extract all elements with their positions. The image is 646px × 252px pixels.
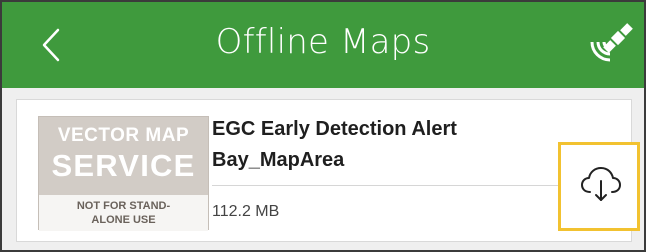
thumbnail-caption: NOT FOR STAND- ALONE USE bbox=[39, 195, 208, 231]
cloud-download-icon bbox=[581, 167, 621, 201]
map-area-name: EGC Early Detection Alert Bay_MapArea bbox=[212, 114, 542, 176]
thumbnail-line-2: SERVICE bbox=[51, 148, 196, 183]
map-area-name-line-1: EGC Early Detection Alert bbox=[212, 118, 457, 140]
map-area-name-line-2: Bay_MapArea bbox=[212, 149, 345, 171]
thumbnail-line-1: VECTOR MAP bbox=[57, 125, 190, 146]
download-button[interactable] bbox=[558, 142, 640, 231]
header-bar: Offline Maps bbox=[2, 2, 644, 88]
page-title: Offline Maps bbox=[215, 22, 431, 62]
divider bbox=[212, 185, 574, 186]
app-frame: Offline Maps VECTOR MAP SERVICE NOT FOR … bbox=[0, 0, 646, 252]
gps-button[interactable] bbox=[584, 20, 636, 72]
thumbnail-line-3b: ALONE USE bbox=[91, 214, 156, 226]
map-area-size: 112.2 MB bbox=[212, 203, 280, 220]
thumbnail-line-3a: NOT FOR STAND- bbox=[76, 200, 171, 212]
satellite-icon bbox=[590, 23, 633, 62]
map-thumbnail: VECTOR MAP SERVICE NOT FOR STAND- ALONE … bbox=[38, 116, 209, 231]
